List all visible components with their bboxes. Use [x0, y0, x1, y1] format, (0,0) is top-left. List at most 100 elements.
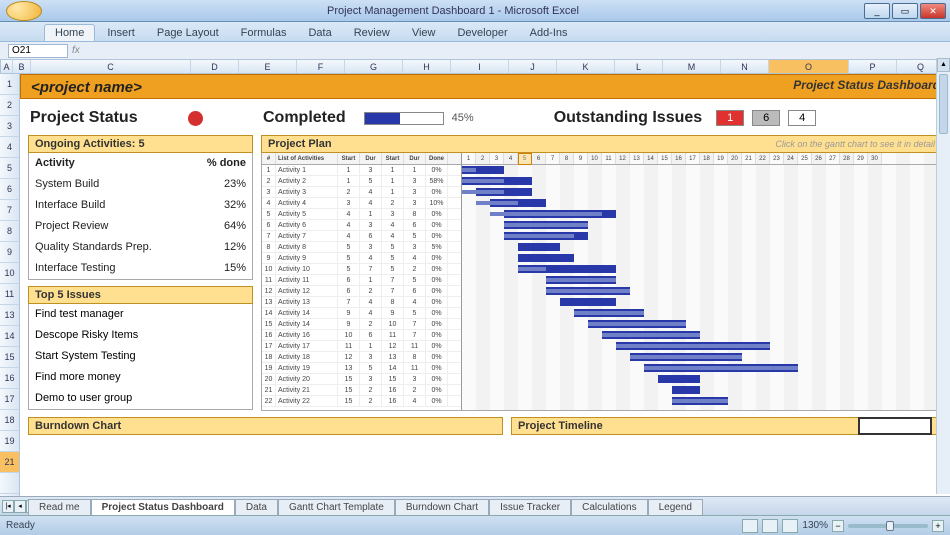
gantt-task-row[interactable]: 9Activity 954540%: [262, 253, 461, 264]
ribbon-tab-developer[interactable]: Developer: [447, 25, 517, 41]
gantt-bar[interactable]: [658, 375, 700, 383]
ongoing-row[interactable]: System Build23%: [29, 174, 252, 195]
gantt-bar[interactable]: [518, 254, 574, 262]
gantt-task-row[interactable]: 18Activity 181231380%: [262, 352, 461, 363]
row-header-11[interactable]: 11: [0, 284, 19, 305]
gantt-task-row[interactable]: 12Activity 1262760%: [262, 286, 461, 297]
column-header-M[interactable]: M: [663, 60, 721, 73]
minimize-button[interactable]: _: [864, 3, 890, 19]
gantt-bar[interactable]: [518, 243, 560, 251]
column-header-O[interactable]: O: [769, 60, 849, 73]
zoom-out-button[interactable]: −: [832, 520, 844, 532]
zoom-slider[interactable]: [848, 524, 928, 528]
view-normal-button[interactable]: [742, 519, 758, 533]
gantt-task-row[interactable]: 21Activity 211521620%: [262, 385, 461, 396]
sheet-tab-read-me[interactable]: Read me: [28, 499, 91, 515]
row-header-2[interactable]: 2: [0, 95, 19, 116]
column-header-P[interactable]: P: [849, 60, 897, 73]
row-header-13[interactable]: 13: [0, 305, 19, 326]
ribbon-tab-review[interactable]: Review: [344, 25, 400, 41]
ongoing-row[interactable]: Quality Standards Prep.12%: [29, 237, 252, 258]
gantt-chart[interactable]: Click on the gantt chart to see it in de…: [261, 153, 942, 411]
gantt-task-row[interactable]: 15Activity 14921070%: [262, 319, 461, 330]
sheet-nav-first[interactable]: |◂: [2, 500, 14, 513]
column-header-E[interactable]: E: [239, 60, 297, 73]
gantt-bars-area[interactable]: 1234567891011121314151617181920212223242…: [462, 153, 941, 410]
gantt-bar[interactable]: [672, 386, 700, 394]
gantt-task-row[interactable]: 17Activity 1711112110%: [262, 341, 461, 352]
sheet-tab-data[interactable]: Data: [235, 499, 278, 515]
sheet-tab-issue-tracker[interactable]: Issue Tracker: [489, 499, 571, 515]
gantt-task-row[interactable]: 10Activity 1057520%: [262, 264, 461, 275]
close-button[interactable]: ✕: [920, 3, 946, 19]
ongoing-row[interactable]: Interface Build32%: [29, 195, 252, 216]
gantt-task-row[interactable]: 3Activity 324130%: [262, 187, 461, 198]
gantt-task-row[interactable]: 14Activity 1494950%: [262, 308, 461, 319]
column-header-K[interactable]: K: [557, 60, 615, 73]
ribbon-tab-view[interactable]: View: [402, 25, 446, 41]
ribbon-tab-formulas[interactable]: Formulas: [231, 25, 297, 41]
issue-row[interactable]: Demo to user group: [29, 388, 252, 409]
row-header-8[interactable]: 8: [0, 221, 19, 242]
issue-row[interactable]: Find more money: [29, 367, 252, 388]
row-header-7[interactable]: 7: [0, 200, 19, 221]
column-header-J[interactable]: J: [509, 60, 557, 73]
zoom-slider-thumb[interactable]: [886, 521, 894, 531]
name-box[interactable]: O21: [8, 44, 68, 58]
zoom-in-button[interactable]: +: [932, 520, 944, 532]
row-header-21[interactable]: 21: [0, 452, 19, 473]
row-header-18[interactable]: 18: [0, 410, 19, 431]
ribbon-tab-insert[interactable]: Insert: [97, 25, 145, 41]
column-header-D[interactable]: D: [191, 60, 239, 73]
sheet-tab-calculations[interactable]: Calculations: [571, 499, 647, 515]
column-header-L[interactable]: L: [615, 60, 663, 73]
gantt-bar[interactable]: [560, 298, 616, 306]
gantt-task-row[interactable]: 1Activity 113110%: [262, 165, 461, 176]
gantt-task-row[interactable]: 8Activity 853535%: [262, 242, 461, 253]
sheet-tab-project-status-dashboard[interactable]: Project Status Dashboard: [91, 499, 235, 515]
gantt-task-row[interactable]: 11Activity 1161750%: [262, 275, 461, 286]
sheet-tab-legend[interactable]: Legend: [648, 499, 703, 515]
selected-cell-cursor[interactable]: [858, 417, 932, 435]
row-header-10[interactable]: 10: [0, 263, 19, 284]
gantt-task-row[interactable]: 20Activity 201531530%: [262, 374, 461, 385]
issue-row[interactable]: Descope Risky Items: [29, 325, 252, 346]
gantt-task-row[interactable]: 6Activity 643460%: [262, 220, 461, 231]
column-header-C[interactable]: C: [31, 60, 191, 73]
row-header-4[interactable]: 4: [0, 137, 19, 158]
sheet-tab-gantt-chart-template[interactable]: Gantt Chart Template: [278, 499, 395, 515]
gantt-task-row[interactable]: 5Activity 541380%: [262, 209, 461, 220]
maximize-button[interactable]: ▭: [892, 3, 918, 19]
view-layout-button[interactable]: [762, 519, 778, 533]
vertical-scrollbar[interactable]: ▲: [936, 58, 950, 494]
ribbon-tab-home[interactable]: Home: [44, 24, 95, 41]
column-header-I[interactable]: I: [451, 60, 509, 73]
row-header-15[interactable]: 15: [0, 347, 19, 368]
ribbon-tab-data[interactable]: Data: [298, 25, 341, 41]
column-header-A[interactable]: A: [1, 60, 13, 73]
column-header-N[interactable]: N: [721, 60, 769, 73]
row-header-14[interactable]: 14: [0, 326, 19, 347]
gantt-task-row[interactable]: 2Activity 2151358%: [262, 176, 461, 187]
column-header-H[interactable]: H: [403, 60, 451, 73]
row-header-3[interactable]: 3: [0, 116, 19, 137]
worksheet[interactable]: 12345678910111314151617181921 <project n…: [0, 74, 950, 496]
row-header-16[interactable]: 16: [0, 368, 19, 389]
row-header-1[interactable]: 1: [0, 74, 19, 95]
office-button[interactable]: [6, 1, 42, 21]
view-pagebreak-button[interactable]: [782, 519, 798, 533]
ribbon-tab-add-ins[interactable]: Add-Ins: [520, 25, 578, 41]
scroll-thumb[interactable]: [939, 74, 948, 134]
column-header-B[interactable]: B: [13, 60, 31, 73]
issue-row[interactable]: Find test manager: [29, 304, 252, 325]
gantt-task-row[interactable]: 22Activity 221521640%: [262, 396, 461, 407]
column-header-G[interactable]: G: [345, 60, 403, 73]
row-header-17[interactable]: 17: [0, 389, 19, 410]
row-header-9[interactable]: 9: [0, 242, 19, 263]
sheet-nav-prev[interactable]: ◂: [14, 500, 26, 513]
gantt-task-row[interactable]: 19Activity 1913514110%: [262, 363, 461, 374]
row-header-5[interactable]: 5: [0, 158, 19, 179]
gantt-task-row[interactable]: 4Activity 4342310%: [262, 198, 461, 209]
gantt-task-row[interactable]: 13Activity 1374840%: [262, 297, 461, 308]
column-header-F[interactable]: F: [297, 60, 345, 73]
